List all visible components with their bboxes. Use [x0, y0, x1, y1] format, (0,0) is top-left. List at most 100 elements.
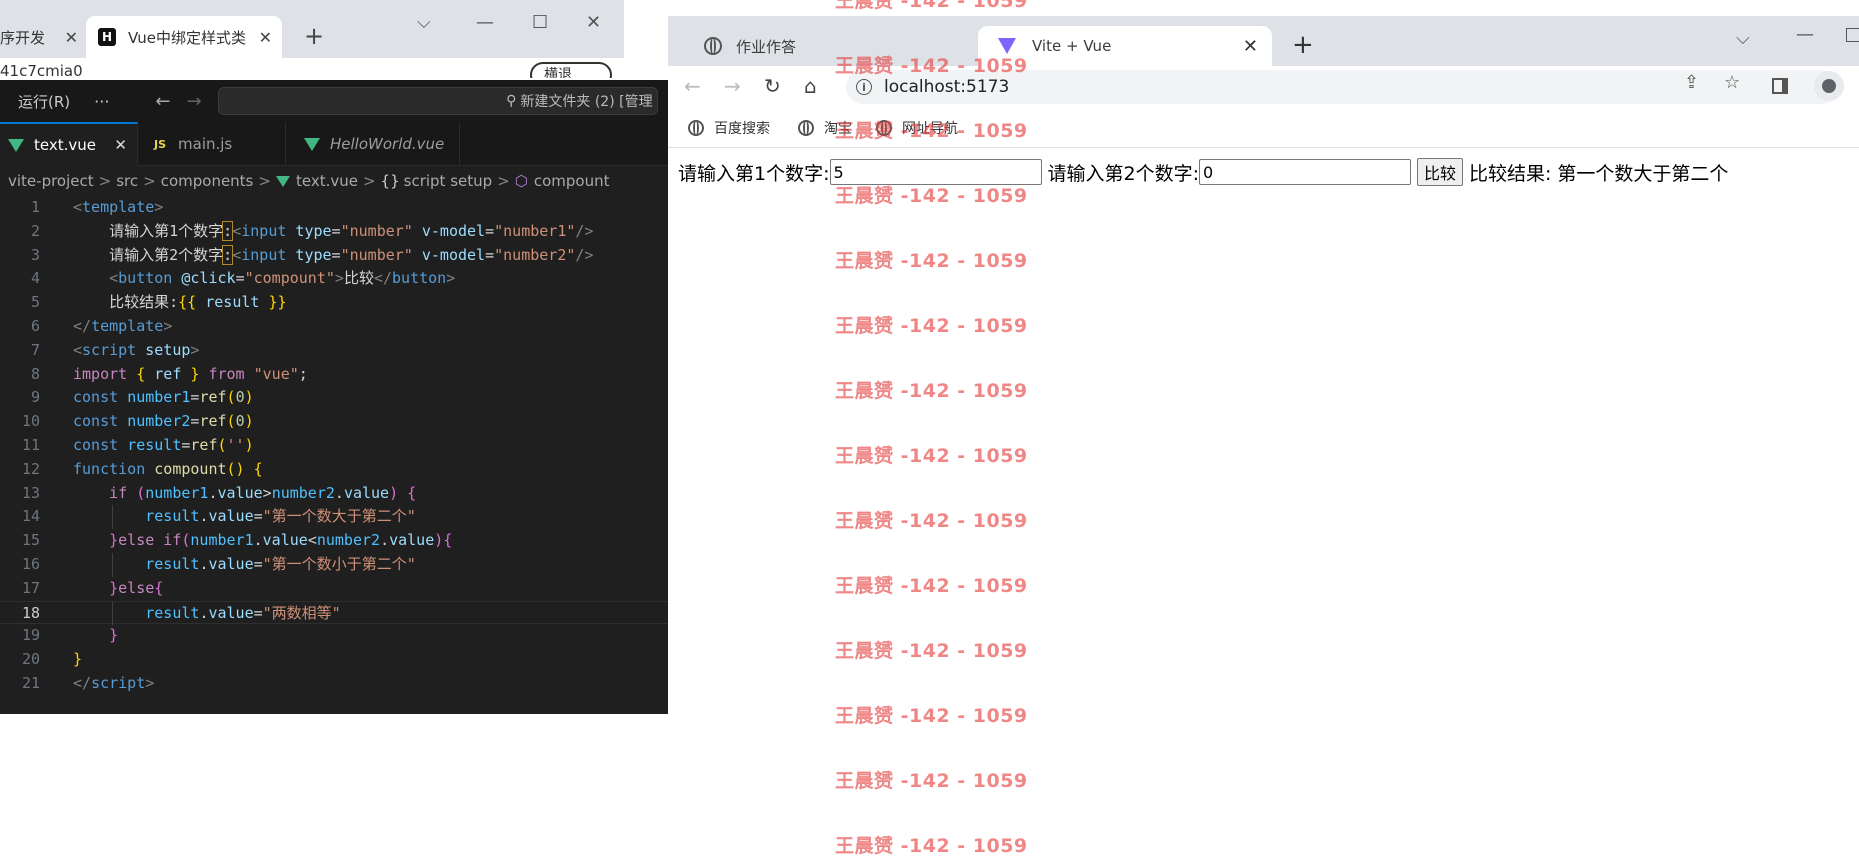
command-center-search[interactable]: ⚲ 新建文件夹 (2) [管理: [217, 87, 658, 115]
watermark-text: 王晨赟 -142 - 1059: [835, 0, 1028, 12]
url-text: localhost:5173: [884, 77, 1010, 97]
breadcrumb-item[interactable]: script setup: [404, 172, 493, 190]
globe-icon: [704, 37, 722, 55]
code-line: 19 }: [21, 626, 119, 645]
code-line: 4 <button @click="compount">比较</button>: [30, 269, 456, 288]
tab-text-vue[interactable]: text.vue ✕: [0, 122, 138, 166]
command-center-label: 新建文件夹 (2) [管理: [520, 94, 653, 110]
editor-tabs: text.vue ✕ JS main.js HelloWorld.vue: [0, 122, 668, 166]
method-icon: ⬡: [514, 172, 528, 190]
number1-input[interactable]: [829, 159, 1042, 185]
bg-tab-active-label: Vue中绑定样式类: [128, 28, 246, 47]
tab-helloworld-vue[interactable]: HelloWorld.vue: [286, 122, 460, 166]
code-line-current: 18 result.value="两数相等": [0, 600, 668, 626]
forward-arrow-icon[interactable]: →: [724, 74, 741, 98]
bookmark-taobao[interactable]: 淘宝: [798, 118, 852, 138]
result-value: 第一个数大于第二个: [1557, 162, 1729, 185]
minimize-icon[interactable]: —: [476, 12, 494, 33]
chevron-right-icon: >: [497, 172, 510, 190]
tab-main-js[interactable]: JS main.js: [138, 122, 286, 166]
braces-icon: {}: [380, 172, 400, 190]
browser-toolbar: ← → ↻ ⌂ i localhost:5173 ⇪ ☆: [668, 66, 1859, 108]
back-arrow-icon[interactable]: ←: [684, 74, 701, 98]
result-label: 比较结果:: [1469, 162, 1552, 185]
star-icon[interactable]: ☆: [1724, 72, 1740, 93]
breadcrumb-item[interactable]: text.vue: [296, 172, 358, 190]
breadcrumb-item[interactable]: compount: [534, 172, 610, 190]
bookmark-label: 网址导航: [902, 121, 958, 137]
maximize-icon[interactable]: ☐: [532, 12, 548, 33]
background-browser-window: 序开发 ✕ H Vue中绑定样式类 ✕ + ⌵ — ☐ ✕ 41c7cmia0 …: [0, 0, 624, 78]
vue-file-icon: [275, 175, 290, 187]
code-line: 5 比较结果:{{ result }}: [30, 293, 287, 312]
bookmark-nav[interactable]: 网址导航: [876, 118, 958, 138]
arrow-left-icon[interactable]: ←: [155, 91, 170, 112]
code-line: 8 import { ref } from "vue";: [30, 364, 308, 383]
code-line: 12 function compount() {: [21, 459, 263, 478]
menu-more[interactable]: ···: [94, 92, 109, 111]
code-line: 6 </template>: [30, 316, 173, 335]
minimize-icon[interactable]: —: [1796, 24, 1814, 45]
bg-url-text: 41c7cmia0: [0, 62, 83, 78]
bookmark-label: 淘宝: [824, 121, 852, 137]
tab-vite-vue[interactable]: Vite + Vue ✕: [978, 26, 1272, 66]
close-icon[interactable]: ✕: [1243, 36, 1258, 57]
js-file-icon: JS: [154, 137, 167, 151]
vue-file-icon: [304, 137, 320, 151]
code-line: 7 <script setup>: [30, 340, 200, 359]
browser-window: 作业作答 Vite + Vue ✕ + ⌵ — ← → ↻ ⌂ i localh…: [668, 16, 1859, 864]
maximize-icon[interactable]: [1846, 28, 1859, 42]
bg-tab-partial-label: 序开发: [0, 28, 46, 47]
site-favicon-icon: H: [98, 28, 116, 46]
chevron-down-icon[interactable]: ⌵: [1736, 28, 1750, 49]
close-icon[interactable]: ✕: [114, 136, 127, 154]
side-panel-icon[interactable]: [1772, 78, 1788, 94]
profile-icon: [1822, 79, 1836, 93]
browser-tab-bar: 作业作答 Vite + Vue ✕ + ⌵ —: [668, 16, 1859, 66]
search-icon: ⚲: [506, 93, 517, 109]
bg-tab-active[interactable]: H Vue中绑定样式类 ✕: [86, 16, 282, 58]
bg-tab-partial[interactable]: 序开发 ✕: [0, 16, 82, 58]
breadcrumb-item[interactable]: src: [116, 172, 138, 190]
compare-button[interactable]: 比较: [1417, 158, 1464, 186]
close-icon[interactable]: ✕: [65, 28, 78, 47]
tab-label: Vite + Vue: [1032, 37, 1112, 55]
code-line: 16 result.value="第一个数小于第二个": [0, 552, 668, 577]
globe-icon: [876, 120, 892, 136]
number1-label: 请输入第1个数字:: [678, 162, 830, 185]
breadcrumb: vite-project > src > components > text.vue >…: [0, 166, 668, 196]
code-line: 17 }else{: [21, 578, 164, 597]
bookmark-baidu[interactable]: 百度搜索: [688, 118, 770, 138]
close-icon[interactable]: ✕: [259, 28, 272, 47]
close-window-icon[interactable]: ✕: [586, 12, 601, 33]
menu-run[interactable]: 运行(R): [18, 91, 70, 112]
globe-icon: [688, 120, 704, 136]
tab-label: 作业作答: [736, 37, 797, 56]
breadcrumb-item[interactable]: vite-project: [8, 172, 94, 190]
number2-input[interactable]: [1199, 159, 1411, 185]
page-content: 请输入第1个数字: 请输入第2个数字: 比较 比较结果: 第一个数大于第二个: [668, 148, 1859, 864]
vite-logo-icon: [998, 38, 1016, 54]
code-line: 1 <template>: [30, 198, 164, 216]
code-editor[interactable]: 1 <template> 2 请输入第1个数字:<input type="numb…: [0, 196, 668, 696]
code-line: 13 if (number1.value>number2.value) {: [21, 483, 417, 502]
breadcrumb-item[interactable]: components: [161, 172, 254, 190]
chevron-right-icon: >: [362, 172, 376, 190]
arrow-right-icon[interactable]: →: [187, 91, 202, 112]
new-tab-plus-icon[interactable]: +: [1292, 30, 1314, 60]
avatar[interactable]: [1814, 71, 1844, 101]
tab-label: text.vue: [34, 136, 96, 154]
tab-homework[interactable]: 作业作答: [684, 26, 974, 66]
home-icon[interactable]: ⌂: [804, 74, 817, 98]
share-icon[interactable]: ⇪: [1684, 72, 1699, 93]
chevron-down-icon[interactable]: ⌵: [417, 12, 431, 33]
bookmark-label: 百度搜索: [714, 121, 770, 137]
tab-label: main.js: [178, 135, 233, 153]
chevron-right-icon: >: [98, 172, 112, 190]
bg-exit-button[interactable]: 横退: [530, 62, 612, 78]
new-tab-plus-icon[interactable]: +: [304, 22, 324, 50]
info-icon[interactable]: i: [856, 79, 872, 95]
reload-icon[interactable]: ↻: [764, 74, 781, 98]
code-line: 21 </script>: [21, 673, 155, 692]
chevron-right-icon: >: [258, 172, 271, 190]
